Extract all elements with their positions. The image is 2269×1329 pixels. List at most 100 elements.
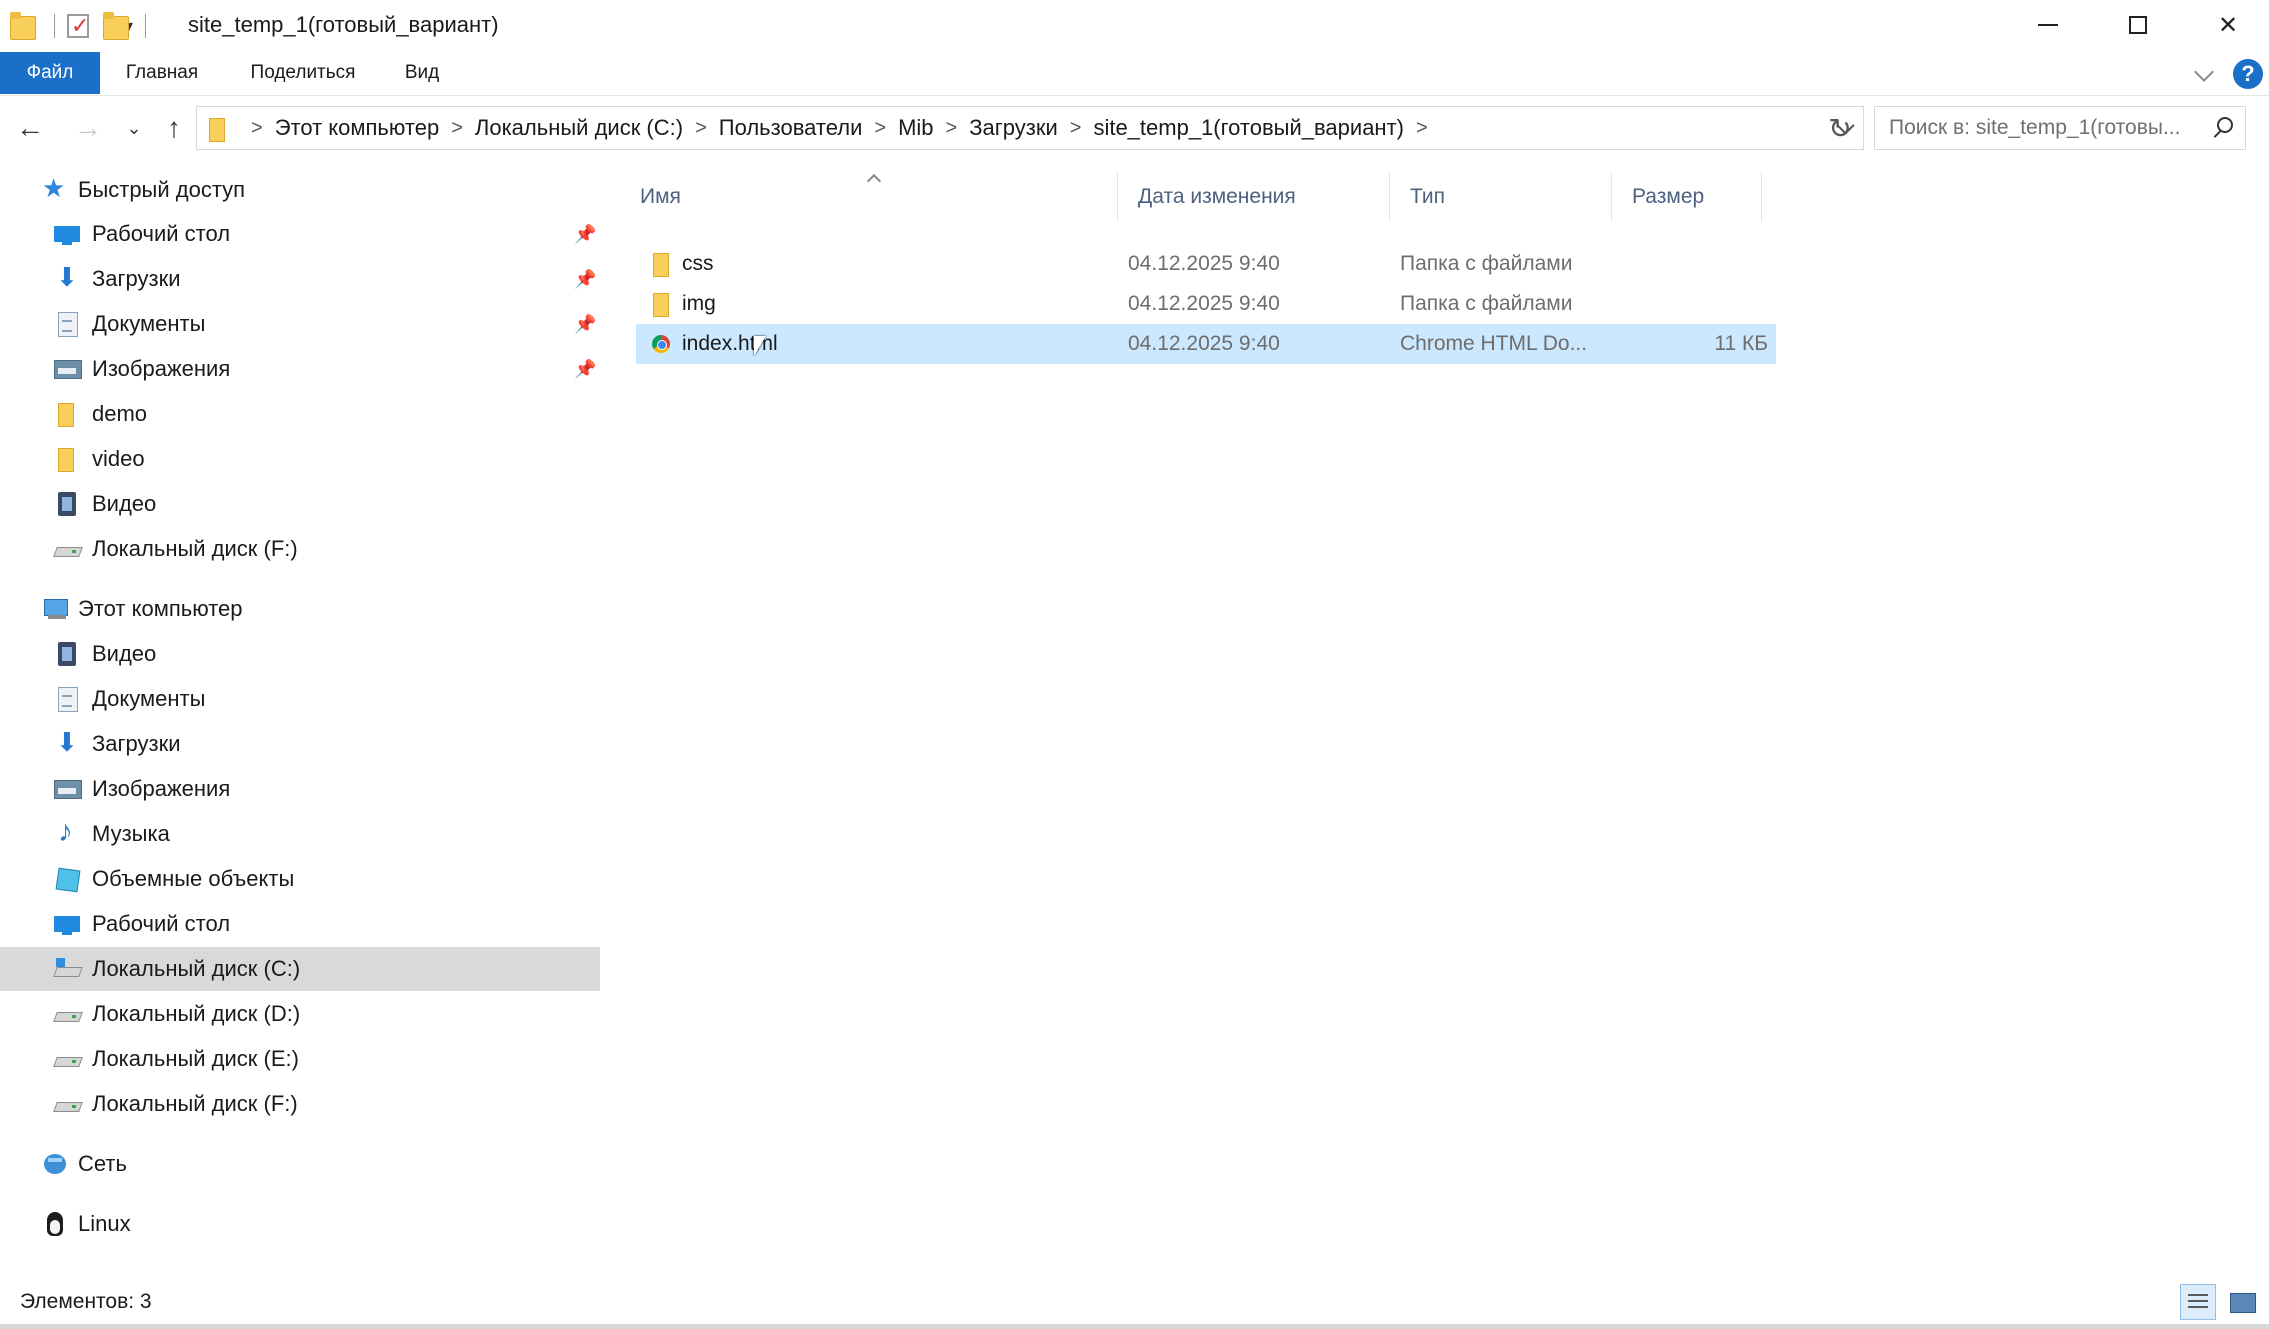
breadcrumb-separator[interactable]: >	[695, 117, 707, 140]
network-icon	[42, 1151, 68, 1177]
sidebar-item-documents[interactable]: Документы 📌	[0, 302, 600, 346]
properties-icon[interactable]	[67, 13, 89, 39]
sidebar-item-desktop[interactable]: Рабочий стол	[0, 902, 600, 946]
tab-file[interactable]: Файл	[0, 52, 100, 94]
address-bar[interactable]: > Этот компьютер > Локальный диск (C:) >…	[196, 106, 1864, 150]
breadcrumb-this-pc[interactable]: Этот компьютер	[275, 115, 440, 141]
breadcrumb-separator[interactable]: >	[451, 117, 463, 140]
breadcrumb-separator[interactable]: >	[946, 117, 958, 140]
sidebar-item-label: Linux	[78, 1211, 131, 1236]
sidebar-item-documents[interactable]: Документы	[0, 677, 600, 721]
toolbar-divider	[54, 14, 55, 38]
system-drive-icon	[54, 956, 80, 982]
sidebar-item-video-folder[interactable]: video	[0, 437, 600, 481]
downloads-icon	[54, 727, 80, 758]
tab-view[interactable]: Вид	[388, 52, 456, 94]
sidebar-item-label: Музыка	[92, 821, 170, 846]
up-button[interactable]: ↑	[156, 110, 192, 146]
folder-icon	[54, 401, 80, 427]
toolbar-divider	[145, 14, 147, 38]
pin-icon[interactable]: 📌	[574, 314, 596, 335]
ribbon-controls: ?	[2193, 58, 2269, 90]
desktop-icon	[54, 221, 80, 247]
breadcrumb-downloads[interactable]: Загрузки	[969, 115, 1058, 141]
file-row-img[interactable]: img 04.12.2025 9:40 Папка с файлами	[636, 284, 1776, 324]
file-row-index-html[interactable]: index.html 04.12.2025 9:40 Chrome HTML D…	[636, 324, 1776, 364]
sidebar-item-label: Локальный диск (F:)	[92, 1091, 298, 1116]
tab-home[interactable]: Главная	[106, 52, 218, 94]
sidebar-item-linux[interactable]: Linux	[0, 1202, 600, 1246]
column-header-name[interactable]: Имя	[620, 172, 1118, 222]
recent-locations-button[interactable]: ⌄	[116, 110, 152, 146]
sidebar-item-pictures[interactable]: Изображения 📌	[0, 347, 600, 391]
sidebar-item-downloads[interactable]: Загрузки 📌	[0, 257, 600, 301]
pin-icon[interactable]: 📌	[574, 224, 596, 245]
star-icon	[42, 173, 68, 204]
details-view-button[interactable]	[2180, 1284, 2216, 1320]
breadcrumb-separator[interactable]: >	[1070, 117, 1082, 140]
breadcrumb-separator[interactable]: >	[874, 117, 886, 140]
file-date: 04.12.2025 9:40	[1128, 252, 1280, 275]
breadcrumb-local-disk-c[interactable]: Локальный диск (C:)	[475, 115, 683, 141]
back-button[interactable]: ←	[12, 110, 48, 146]
pin-icon[interactable]: 📌	[574, 269, 596, 290]
maximize-button[interactable]	[2093, 0, 2183, 50]
navigation-bar: ← → ⌄ ↑ > Этот компьютер > Локальный дис…	[0, 96, 2269, 160]
sidebar-item-local-disk-d[interactable]: Локальный диск (D:)	[0, 992, 600, 1036]
breadcrumb-separator[interactable]: >	[1416, 117, 1428, 140]
ribbon: Файл Главная Поделиться Вид ?	[0, 52, 2269, 96]
sidebar-item-label: Локальный диск (D:)	[92, 1001, 301, 1026]
sidebar-item-local-disk-e[interactable]: Локальный диск (E:)	[0, 1037, 600, 1081]
help-icon[interactable]: ?	[2233, 59, 2263, 89]
sidebar-item-network[interactable]: Сеть	[0, 1142, 600, 1186]
expand-ribbon-icon[interactable]	[2193, 63, 2215, 85]
pin-icon[interactable]: 📌	[574, 359, 596, 380]
sidebar-item-local-disk-f[interactable]: Локальный диск (F:)	[0, 527, 600, 571]
file-row-css[interactable]: css 04.12.2025 9:40 Папка с файлами	[636, 244, 1776, 284]
sidebar-item-label: Этот компьютер	[78, 596, 243, 621]
sidebar-item-label: Рабочий стол	[92, 911, 231, 936]
sidebar-item-local-disk-c[interactable]: Локальный диск (C:)	[0, 947, 600, 991]
sidebar-item-downloads[interactable]: Загрузки	[0, 722, 600, 766]
sidebar-item-label: Загрузки	[92, 731, 181, 756]
file-size: 11 КБ	[1714, 332, 1768, 355]
sidebar-item-demo[interactable]: demo	[0, 392, 600, 436]
column-header-type[interactable]: Тип	[1390, 172, 1612, 222]
sidebar-item-local-disk-f[interactable]: Локальный диск (F:)	[0, 1082, 600, 1126]
large-icons-view-button[interactable]	[2224, 1284, 2260, 1320]
computer-icon	[42, 596, 68, 622]
sidebar-item-label: Документы	[92, 686, 206, 711]
sidebar-item-label: Локальный диск (F:)	[92, 536, 298, 561]
breadcrumb-separator[interactable]: >	[251, 117, 263, 140]
sidebar-item-videos[interactable]: Видео	[0, 632, 600, 676]
forward-button[interactable]: →	[70, 110, 106, 146]
search-box[interactable]: Поиск в: site_temp_1(готовы...	[1874, 106, 2246, 150]
sidebar-item-3d-objects[interactable]: Объемные объекты	[0, 857, 600, 901]
sidebar-item-videos[interactable]: Видео	[0, 482, 600, 526]
breadcrumb-current-folder[interactable]: site_temp_1(готовый_вариант)	[1093, 115, 1404, 141]
music-icon	[54, 815, 80, 849]
sidebar-item-label: Изображения	[92, 356, 231, 381]
search-input[interactable]: Поиск в: site_temp_1(готовы...	[1889, 116, 2199, 140]
breadcrumb-users[interactable]: Пользователи	[719, 115, 863, 141]
sidebar-item-music[interactable]: Музыка	[0, 812, 600, 856]
drive-icon	[54, 536, 80, 562]
close-button[interactable]: ✕	[2183, 0, 2269, 50]
tab-share[interactable]: Поделиться	[236, 52, 370, 94]
column-header-size[interactable]: Размер	[1612, 172, 1762, 222]
search-icon[interactable]	[2209, 115, 2235, 141]
pictures-icon	[54, 776, 82, 802]
minimize-button[interactable]	[2003, 0, 2093, 50]
column-header-date[interactable]: Дата изменения	[1118, 172, 1390, 222]
documents-icon	[54, 311, 80, 337]
chrome-icon	[650, 331, 672, 357]
breadcrumb-mib[interactable]: Mib	[898, 115, 933, 141]
file-name: img	[682, 292, 716, 315]
sidebar-item-this-pc[interactable]: Этот компьютер	[0, 587, 600, 631]
sidebar-item-label: Сеть	[78, 1151, 127, 1176]
sidebar-item-quick-access[interactable]: Быстрый доступ	[0, 168, 600, 212]
new-folder-icon[interactable]	[103, 12, 129, 40]
refresh-button[interactable]: ↻	[1822, 110, 1858, 146]
sidebar-item-pictures[interactable]: Изображения	[0, 767, 600, 811]
sidebar-item-desktop[interactable]: Рабочий стол 📌	[0, 212, 600, 256]
